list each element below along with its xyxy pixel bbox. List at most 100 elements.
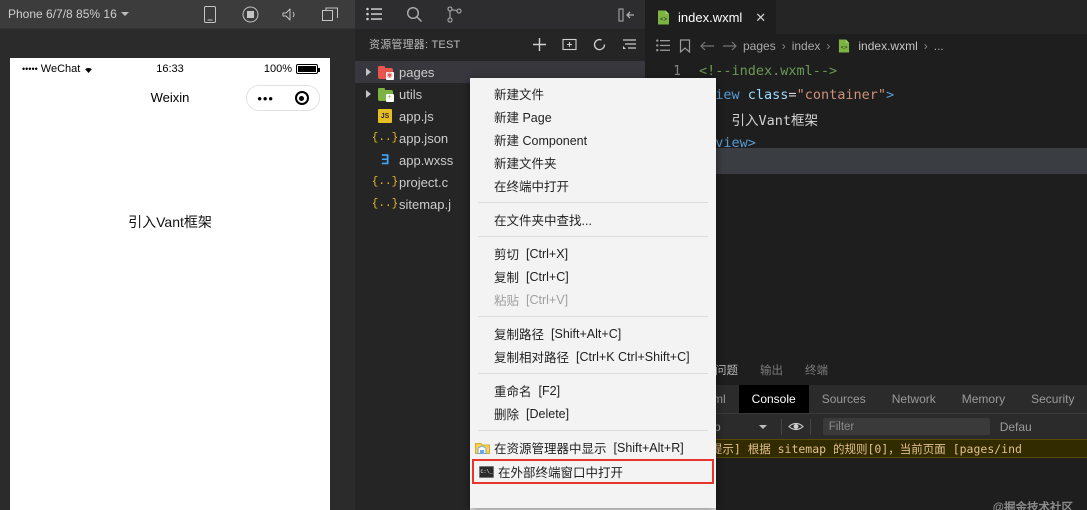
breadcrumb-separator: › — [781, 38, 786, 53]
forward-arrow-icon[interactable] — [721, 38, 737, 54]
wxml-file-icon: <> — [836, 38, 852, 54]
battery-icon — [296, 64, 320, 74]
menu-item-shortcut: [Shift+Alt+C] — [551, 326, 622, 341]
close-target-icon[interactable] — [294, 91, 309, 105]
menu-item-label: 新建 Page — [494, 111, 552, 125]
tree-item-label: app.wxss — [399, 152, 454, 168]
console-filter-input[interactable]: Filter — [822, 418, 990, 435]
refresh-icon[interactable] — [591, 36, 607, 52]
tree-item-label: utils — [399, 86, 423, 102]
outline-icon[interactable] — [655, 38, 671, 54]
menu-item-cut[interactable]: 剪切 [Ctrl+X] — [470, 242, 716, 265]
signal-dots-icon: ••••• — [22, 64, 38, 74]
panel-tab-output[interactable]: 输出 — [760, 362, 783, 378]
source-control-icon[interactable] — [445, 6, 463, 24]
breadcrumb: pages › index › <> index.wxml › ... — [645, 34, 1087, 57]
console-level-select[interactable]: Defau — [1000, 420, 1032, 434]
collapse-panel-icon[interactable] — [617, 6, 635, 24]
editor-tab-label: index.wxml — [678, 10, 743, 25]
breadcrumb-part-index[interactable]: index — [792, 39, 821, 53]
back-arrow-icon[interactable] — [699, 38, 715, 54]
status-signal: ••••• WeChat — [22, 63, 94, 75]
editor-tab-bar: <> index.wxml ✕ — [645, 0, 1087, 34]
breadcrumb-part-file[interactable]: index.wxml — [858, 39, 917, 53]
explorer-icon — [474, 440, 491, 456]
menu-item-open-in-terminal[interactable]: 在终端中打开 — [470, 174, 716, 197]
menu-item-label: 新建文件夹 — [494, 157, 557, 171]
menu-item-copy[interactable]: 复制 [Ctrl+C] — [470, 265, 716, 288]
menu-item-open-in-external-terminal[interactable]: C:\_ 在外部终端窗口中打开 — [472, 459, 714, 484]
code-token-eq: = — [788, 87, 797, 103]
menu-item-copy-path[interactable]: 复制路径 [Shift+Alt+C] — [470, 322, 716, 345]
menu-item-label: 新建文件 — [494, 88, 545, 102]
explorer-actions — [531, 36, 637, 52]
menu-separator — [478, 430, 708, 431]
new-file-icon[interactable] — [531, 36, 547, 52]
new-folder-icon[interactable] — [561, 36, 577, 52]
menu-item-shortcut: [Delete] — [526, 406, 570, 421]
devtools-tab-network[interactable]: Network — [879, 385, 949, 413]
wechat-devtools-window: Phone 6/7/8 85% 16 ••••• WeChat 16:33 10… — [0, 0, 1087, 510]
menu-item-rename[interactable]: 重命名 [F2] — [470, 379, 716, 402]
close-icon[interactable]: ✕ — [755, 10, 766, 26]
simulator-body: ••••• WeChat 16:33 100% Weixin ••• 引入Van… — [0, 29, 355, 510]
tree-item-label: app.js — [399, 108, 434, 124]
json-file-icon: {..} — [371, 198, 399, 210]
menu-separator — [478, 202, 708, 203]
devtools-tab-security[interactable]: Security — [1018, 385, 1087, 413]
folder-icon: + — [375, 87, 395, 102]
activity-bar — [355, 0, 645, 29]
explorer-header: 资源管理器: TEST — [355, 29, 645, 59]
record-icon[interactable] — [241, 5, 259, 23]
breadcrumb-separator: › — [826, 38, 831, 53]
code-token-text: 引入Vant框架 — [699, 113, 819, 129]
simulator-toolbar: Phone 6/7/8 85% 16 — [0, 0, 355, 29]
devtools-tab-memory[interactable]: Memory — [949, 385, 1018, 413]
menu-item-new-component[interactable]: 新建 Component — [470, 128, 716, 151]
eye-icon[interactable] — [787, 419, 804, 435]
code-token-comment: <!--index.wxml--> — [699, 63, 838, 79]
menu-item-label: 删除 — [494, 408, 520, 422]
context-menu[interactable]: 新建文件 新建 Page 新建 Component 新建文件夹 在终端中打开 在… — [470, 78, 716, 508]
line-number: 1 — [673, 63, 681, 79]
menu-item-find-in-folder[interactable]: 在文件夹中查找... — [470, 208, 716, 231]
devtools-tab-console[interactable]: Console — [738, 385, 809, 413]
tree-item-label: sitemap.j — [399, 196, 452, 212]
bookmark-icon[interactable] — [677, 38, 693, 54]
chevron-right-icon[interactable] — [361, 90, 375, 98]
breadcrumb-part-pages[interactable]: pages — [743, 39, 776, 53]
menu-item-label: 在终端中打开 — [494, 180, 570, 194]
menu-item-copy-relative-path[interactable]: 复制相对路径 [Ctrl+K Ctrl+Shift+C] — [470, 345, 716, 368]
devtools-tab-sources[interactable]: Sources — [809, 385, 879, 413]
phone-screen[interactable]: ••••• WeChat 16:33 100% Weixin ••• 引入Van… — [10, 58, 330, 510]
status-battery: 100% — [263, 63, 320, 75]
watermark: @掘金技术社区 — [992, 502, 1073, 510]
window-icon[interactable] — [321, 5, 339, 23]
battery-percent-label: 100% — [263, 63, 292, 75]
menu-item-new-file[interactable]: 新建文件 — [470, 82, 716, 105]
collapse-all-icon[interactable] — [621, 36, 637, 52]
more-dots-icon[interactable]: ••• — [257, 92, 274, 105]
menu-item-new-page[interactable]: 新建 Page — [470, 105, 716, 128]
menu-item-new-folder[interactable]: 新建文件夹 — [470, 151, 716, 174]
panel-tab-terminal[interactable]: 终端 — [805, 362, 828, 378]
files-icon[interactable] — [365, 6, 383, 24]
menu-item-delete[interactable]: 删除 [Delete] — [470, 402, 716, 425]
panel-tab-problems[interactable]: 问题 — [715, 362, 738, 378]
menu-item-label: 在文件夹中查找... — [494, 214, 592, 228]
code-token-tag-close: > — [885, 87, 895, 103]
phone-nav-title: Weixin — [150, 89, 190, 105]
chevron-right-icon[interactable] — [361, 68, 375, 76]
divider — [809, 418, 811, 435]
device-selector[interactable]: Phone 6/7/8 85% 16 — [0, 7, 129, 21]
capsule-menu[interactable]: ••• — [246, 85, 320, 111]
volume-icon[interactable] — [281, 5, 299, 23]
menu-item-shortcut: [Ctrl+K Ctrl+Shift+C] — [576, 349, 690, 364]
editor-tab-index-wxml[interactable]: <> index.wxml ✕ — [645, 0, 777, 34]
phone-icon[interactable] — [201, 5, 219, 23]
search-icon[interactable] — [405, 6, 423, 24]
menu-item-paste: 粘贴 [Ctrl+V] — [470, 288, 716, 311]
menu-item-reveal-in-explorer[interactable]: 在资源管理器中显示 [Shift+Alt+R] — [470, 436, 716, 459]
menu-item-shortcut: [F2] — [538, 383, 561, 398]
breadcrumb-part-more[interactable]: ... — [934, 39, 944, 53]
